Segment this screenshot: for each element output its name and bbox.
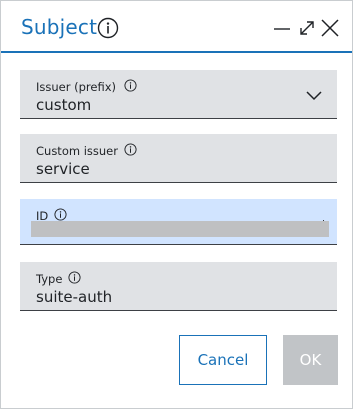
redacted-id-value — [31, 221, 329, 237]
info-icon[interactable] — [124, 143, 137, 156]
type-value: suite-auth — [36, 288, 113, 306]
type-label: Type — [36, 272, 63, 286]
dialog-title: Subject — [21, 15, 98, 39]
cancel-button[interactable]: Cancel — [179, 335, 267, 385]
type-field[interactable]: Type suite-auth — [20, 262, 337, 311]
custom-issuer-value: service — [36, 160, 90, 178]
close-icon[interactable] — [320, 18, 340, 38]
custom-issuer-label: Custom issuer — [36, 144, 118, 158]
ok-button[interactable]: OK — [283, 335, 338, 385]
custom-issuer-field[interactable]: Custom issuer service — [20, 134, 337, 183]
issuer-prefix-label: Issuer (prefix) — [36, 80, 116, 94]
dialog-header: Subject — [1, 1, 352, 53]
info-icon[interactable] — [68, 271, 81, 284]
minimize-icon[interactable] — [272, 18, 292, 38]
maximize-icon[interactable] — [297, 18, 317, 38]
info-icon[interactable] — [54, 208, 67, 221]
chevron-down-icon[interactable] — [305, 89, 323, 101]
info-icon[interactable] — [124, 79, 137, 92]
id-field[interactable]: ID — [20, 199, 337, 245]
subject-dialog: Subject Issuer (prefix) custom Custom is… — [0, 0, 353, 409]
issuer-prefix-select[interactable]: Issuer (prefix) custom — [20, 70, 337, 119]
issuer-prefix-value: custom — [36, 96, 92, 114]
info-icon[interactable] — [97, 17, 119, 39]
